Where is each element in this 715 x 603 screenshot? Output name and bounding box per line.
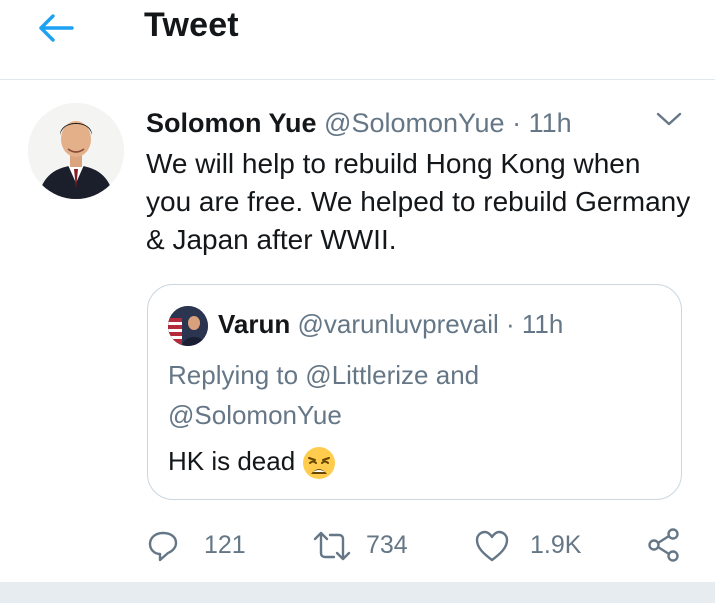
reply-icon <box>148 531 178 562</box>
page-title: Tweet <box>144 6 239 44</box>
like-count: 1.9K <box>530 531 582 559</box>
reply-button[interactable]: 121 <box>146 520 256 570</box>
quoted-tweet[interactable]: Varun @varunluvprevail · 11h Replying to… <box>147 284 682 500</box>
heart-icon <box>475 530 509 562</box>
chevron-down-icon <box>656 112 682 126</box>
back-button[interactable] <box>36 12 76 44</box>
tweet-options-button[interactable] <box>654 106 684 130</box>
share-icon <box>648 528 679 562</box>
like-button[interactable]: 1.9K <box>474 520 594 570</box>
arrow-left-icon <box>39 14 74 42</box>
quoted-tweet-text: HK is dead <box>168 446 296 476</box>
retweet-count: 734 <box>366 531 408 559</box>
profile-photo <box>28 103 124 199</box>
quoted-tweet-text-row: HK is dead <box>168 443 337 481</box>
separator-dot: · <box>512 108 522 138</box>
app-header: Tweet <box>0 0 715 80</box>
avatar[interactable] <box>28 103 124 199</box>
quoted-profile-photo <box>168 306 208 346</box>
reply-count: 121 <box>204 531 246 559</box>
quoted-author-name[interactable]: Varun <box>218 309 290 339</box>
tweet-timestamp[interactable]: 11h <box>529 108 572 138</box>
author-handle[interactable]: @SolomonYue <box>324 108 505 138</box>
quoted-author-row: Varun @varunluvprevail · 11h <box>218 305 563 343</box>
author-name[interactable]: Solomon Yue <box>146 108 317 138</box>
section-divider <box>0 582 715 603</box>
separator-dot: · <box>505 309 515 339</box>
replying-to-text: Replying to @Littlerize and @SolomonYue <box>168 360 480 430</box>
quoted-author-handle[interactable]: @varunluvprevail <box>297 309 498 339</box>
tweet-actions: 121 734 1.9K <box>0 520 715 570</box>
quoted-avatar[interactable] <box>168 306 208 346</box>
share-button[interactable] <box>646 520 686 570</box>
tweet-author-row: Solomon Yue @SolomonYue · 11h <box>146 103 572 143</box>
quoted-timestamp: 11h <box>521 309 564 339</box>
retweet-button[interactable]: 734 <box>312 520 422 570</box>
retweet-icon <box>313 531 351 561</box>
tweet-text: We will help to rebuild Hong Kong when y… <box>146 148 691 255</box>
weary-face-emoji <box>303 447 336 480</box>
